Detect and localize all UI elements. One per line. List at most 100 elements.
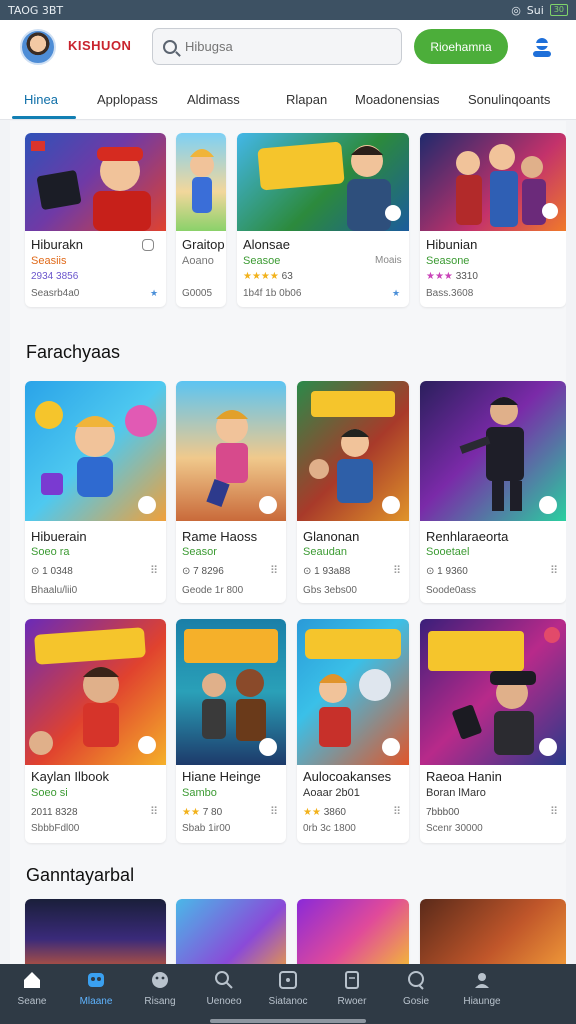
card-title: Alonsae xyxy=(243,237,290,252)
game-thumbnail xyxy=(25,381,166,521)
more-options-icon[interactable]: ⠿ xyxy=(150,564,158,577)
more-options-icon[interactable]: ⠿ xyxy=(393,805,401,818)
nav-label: Rwoer xyxy=(337,996,367,1007)
featured-card[interactable]: Hiburakn Seasiis 2934 3856 Seasrb4a0 ★ xyxy=(25,133,166,307)
card-subtitle: Aoaar 2b01 xyxy=(303,787,360,799)
card-meta: 1b4f 1b 0b06 xyxy=(243,288,302,299)
game-card[interactable] xyxy=(297,899,409,964)
game-art-image xyxy=(456,144,558,227)
user-profile-icon[interactable] xyxy=(530,36,554,58)
card-subtitle: Seasone xyxy=(426,255,470,267)
featured-card[interactable]: Alonsae Seasoe ★★★★ 63 1b4f 1b 0b06 Moai… xyxy=(237,133,409,307)
share-icon[interactable] xyxy=(142,239,154,251)
game-art-image xyxy=(29,627,156,755)
search-bar[interactable] xyxy=(152,28,402,65)
game-thumbnail xyxy=(237,133,409,231)
game-card[interactable]: Aulocoakanses Aoaar 2b01 ★★ 3860 0rb 3c … xyxy=(297,619,409,843)
nav-profile[interactable]: Hiaunge xyxy=(452,970,512,1007)
nav-label: Gosie xyxy=(402,996,430,1007)
status-time: TAOG 3BT xyxy=(8,3,64,17)
card-rating: ★★★ 3310 xyxy=(426,271,478,282)
bookmark-icon[interactable]: ★ xyxy=(392,288,402,298)
signal-text: Sui xyxy=(526,3,544,17)
nav-documents[interactable]: Rwoer xyxy=(322,970,382,1007)
game-thumbnail xyxy=(25,133,166,231)
more-options-icon[interactable]: ⠿ xyxy=(270,564,278,577)
home-indicator[interactable] xyxy=(210,1019,366,1023)
game-card[interactable]: Glanonan Seaudan ⊙ 1 93a88 Gbs 3ebs00 ⠿ xyxy=(297,381,409,603)
card-rating: ★★★★ 63 xyxy=(243,271,293,282)
game-card[interactable]: Raeoa Hanin Boran lMaro 7bbb00 Scenr 300… xyxy=(420,619,566,843)
avatar[interactable] xyxy=(20,29,56,65)
game-thumbnail xyxy=(297,619,409,765)
game-card[interactable] xyxy=(420,899,566,964)
card-title: Glanonan xyxy=(303,529,360,544)
card-title: Renhlaraeorta xyxy=(426,529,509,544)
nav-chat[interactable]: Gosie xyxy=(386,970,446,1007)
battery-icon: 30 xyxy=(549,4,568,16)
brand-logo: KISHUON xyxy=(68,38,132,53)
game-art-image xyxy=(305,629,401,756)
smiley-icon xyxy=(152,972,168,988)
more-options-icon[interactable]: ⠿ xyxy=(550,805,558,818)
game-thumbnail xyxy=(176,619,286,765)
game-art-image xyxy=(257,141,401,231)
tab-categories[interactable]: Sonulinqoants xyxy=(468,92,550,107)
nav-home[interactable]: Seane xyxy=(2,970,62,1007)
tab-recommended[interactable]: Moadonensias xyxy=(355,92,440,107)
game-card[interactable] xyxy=(25,899,166,964)
tab-plan[interactable]: Rlapan xyxy=(286,92,327,107)
card-rating: ⊙ 1 9360 xyxy=(426,566,468,577)
rating-count: 1 0348 xyxy=(42,566,73,577)
card-rating: ★★ 7 80 xyxy=(182,807,222,818)
nav-label: Risang xyxy=(144,996,176,1007)
bottom-navigation: Seane Mlaane Risang Uenoeo Siatanoc Rwoe… xyxy=(0,964,576,1024)
card-title: Rame Haoss xyxy=(182,529,258,544)
bookmark-icon[interactable]: ★ xyxy=(150,288,160,298)
tab-apps[interactable]: Applopass xyxy=(97,92,158,107)
card-side-label: Moais xyxy=(375,255,402,266)
game-thumbnail xyxy=(176,381,286,521)
nav-games[interactable]: Mlaane xyxy=(66,970,126,1007)
card-title: Graitop xyxy=(182,237,225,252)
game-card[interactable]: Rame Haoss Seasor ⊙ 7 8296 Geode 1r 800 … xyxy=(176,381,286,603)
game-card[interactable]: Kaylan Ilbook Soeo si 2011 8328 SbbbFdl0… xyxy=(25,619,166,843)
game-card[interactable]: Renhlaraeorta Sooetael ⊙ 1 9360 Soode0as… xyxy=(420,381,566,603)
primary-action-button[interactable]: Rioehamna xyxy=(414,29,508,64)
chat-icon xyxy=(408,971,424,990)
game-card[interactable] xyxy=(176,899,286,964)
card-subtitle: Seasoe xyxy=(243,255,281,267)
card-meta: SbbbFdl00 xyxy=(31,823,80,834)
game-art-image xyxy=(190,149,214,213)
card-subtitle: Aoano xyxy=(182,255,214,267)
tab-home[interactable]: Hinea xyxy=(24,92,58,107)
card-rating: 2934 3856 xyxy=(31,271,79,282)
more-options-icon[interactable]: ⠿ xyxy=(393,564,401,577)
nav-library[interactable]: Siatanoc xyxy=(258,970,318,1007)
tab-games[interactable]: Aldimass xyxy=(187,92,240,107)
rating-count: 1 9360 xyxy=(437,566,468,577)
square-icon xyxy=(279,971,297,989)
game-art-image xyxy=(459,397,557,514)
nav-label: Hiaunge xyxy=(463,996,501,1007)
card-meta: 0rb 3c 1800 xyxy=(303,823,356,834)
featured-card[interactable]: Graitop Aoano G0005 xyxy=(176,133,226,307)
game-thumbnail xyxy=(420,133,566,231)
more-options-icon[interactable]: ⠿ xyxy=(150,805,158,818)
game-card[interactable]: Hibuerain Soeo ra ⊙ 1 0348 Bhaalu/lii0 ⠿ xyxy=(25,381,166,603)
game-thumbnail xyxy=(297,381,409,521)
card-rating: ⊙ 7 8296 xyxy=(182,566,224,577)
card-subtitle: Seasiis xyxy=(31,255,67,267)
more-options-icon[interactable]: ⠿ xyxy=(270,805,278,818)
nav-social[interactable]: Risang xyxy=(130,970,190,1007)
card-meta: Scenr 30000 xyxy=(426,823,483,834)
nav-label: Uenoeo xyxy=(206,996,242,1007)
search-input[interactable] xyxy=(185,39,385,54)
nav-search[interactable]: Uenoeo xyxy=(194,970,254,1007)
main-content[interactable]: Hiburakn Seasiis 2934 3856 Seasrb4a0 ★ G… xyxy=(10,121,566,964)
star-rating-icon: ★★★★ xyxy=(243,271,279,282)
card-meta: Soode0ass xyxy=(426,585,477,596)
featured-card[interactable]: Hibunian Seasone ★★★ 3310 Bass.3608 xyxy=(420,133,566,307)
game-card[interactable]: Hiane Heinge Sambo ★★ 7 80 Sbab 1ir00 ⠿ xyxy=(176,619,286,843)
more-options-icon[interactable]: ⠿ xyxy=(550,564,558,577)
